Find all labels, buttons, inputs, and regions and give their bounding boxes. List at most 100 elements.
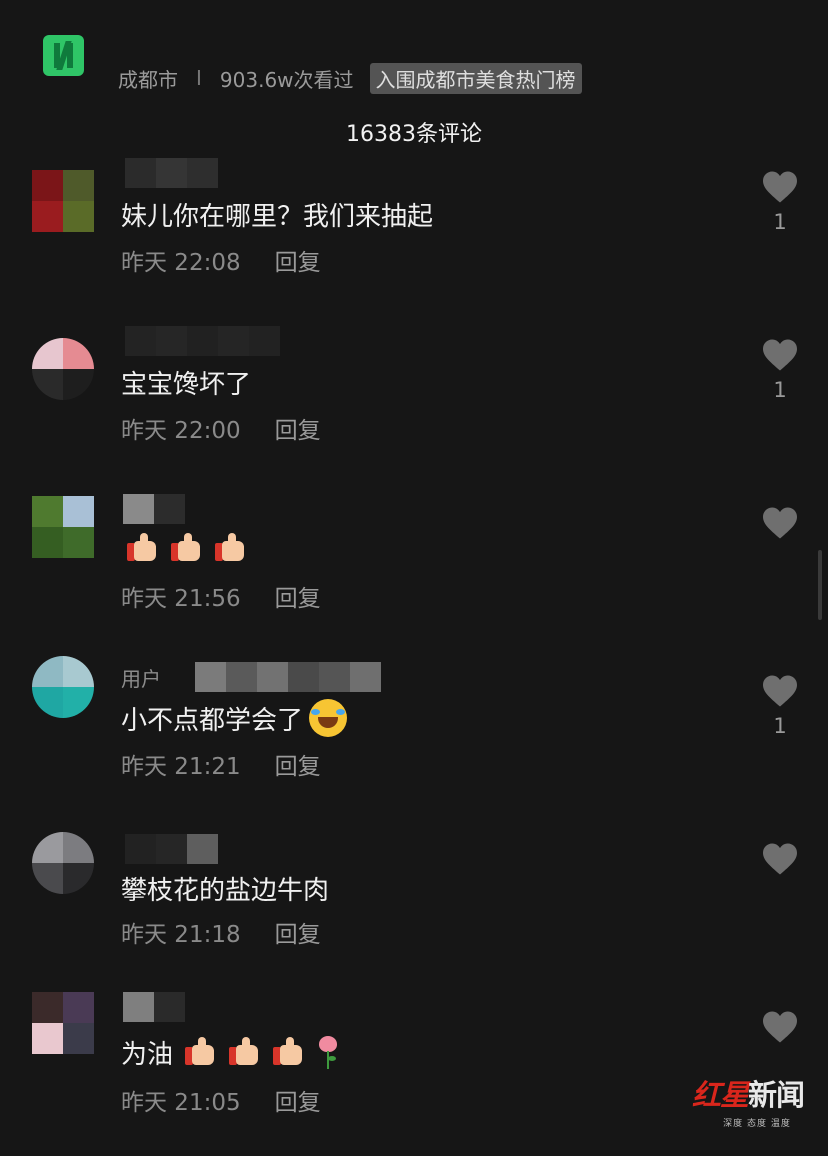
thumbs-up-icon [171, 533, 201, 563]
avatar-cell [63, 496, 94, 527]
avatar[interactable] [32, 496, 94, 558]
comment-time: 昨天 21:05 [121, 1090, 241, 1116]
username-mosaic [195, 662, 381, 692]
avatar-cell [63, 1023, 94, 1054]
watermark-slogan: 深度 态度 温度 [723, 1119, 791, 1129]
username[interactable] [121, 326, 280, 356]
heart-icon [763, 1011, 797, 1043]
avatar-cell [32, 832, 63, 863]
comment-meta: 昨天 21:18 回复 [121, 915, 321, 949]
avatar-cell [32, 992, 63, 1023]
like-button[interactable]: 1 [759, 170, 801, 234]
avatar-cell [32, 496, 63, 527]
avatar-cell [63, 201, 94, 232]
comment-text: 妹儿你在哪里？我们来抽起 [121, 201, 434, 232]
username-mosaic [125, 834, 218, 864]
reply-button[interactable]: 回复 [275, 243, 321, 277]
like-button[interactable] [759, 1010, 801, 1050]
thumbs-up-icon [185, 1037, 215, 1067]
reply-button[interactable]: 回复 [275, 579, 321, 613]
comment-text: 为油 [121, 1032, 339, 1072]
watermark-text: 新闻 [748, 1078, 805, 1112]
comment-time: 昨天 22:08 [121, 250, 241, 276]
like-count: 1 [773, 378, 787, 402]
like-count: 1 [773, 714, 787, 738]
username-mosaic [123, 992, 185, 1022]
like-count: 1 [773, 210, 787, 234]
thumbs-up-icon [273, 1037, 303, 1067]
avatar-cell [32, 863, 63, 894]
watermark-red-text: 红星 [692, 1078, 749, 1112]
avatar-cell [63, 992, 94, 1023]
thumbs-up-icon [229, 1037, 259, 1067]
username[interactable]: 用户 [121, 662, 381, 692]
like-button[interactable] [759, 842, 801, 882]
avatar-cell [63, 863, 94, 894]
comment-time: 昨天 22:00 [121, 418, 241, 444]
avatar-cell [63, 338, 94, 369]
comment-text: 宝宝馋坏了 [121, 369, 252, 400]
avatar-cell [32, 338, 63, 369]
laughing-tears-icon [309, 699, 348, 737]
comment-item: 妹儿你在哪里？我们来抽起 昨天 22:08 回复 1 [0, 158, 828, 328]
reply-button[interactable]: 回复 [275, 1083, 321, 1117]
watermark-logo: 红星 新闻 深度 态度 温度 [692, 1072, 822, 1132]
comment-meta: 昨天 21:05 回复 [121, 1083, 321, 1117]
heart-icon [763, 339, 797, 371]
rose-icon [317, 1034, 339, 1070]
location-label[interactable]: 成都市 [118, 64, 178, 93]
ranking-tag[interactable]: 入围成都市美食热门榜 [369, 62, 582, 94]
comment-text [121, 528, 245, 568]
thumbs-up-icon [215, 533, 245, 563]
video-info-header: 成都市 I 903.6w次看过 入围成都市美食热门榜 16383条评论 [0, 0, 828, 160]
comment-item: 宝宝馋坏了 昨天 22:00 回复 1 [0, 326, 828, 496]
avatar-cell [63, 170, 94, 201]
meta-separator: I [196, 66, 202, 90]
comment-item: 攀枝花的盐边牛肉 昨天 21:18 回复 [0, 832, 828, 1000]
avatar[interactable] [32, 992, 94, 1054]
avatar-cell [63, 832, 94, 863]
avatar-cell [63, 687, 94, 718]
username-mosaic [125, 158, 218, 188]
avatar-cell [32, 527, 63, 558]
comment-time: 昨天 21:21 [121, 754, 241, 780]
comment-time: 昨天 21:56 [121, 586, 241, 612]
avatar-cell [32, 201, 63, 232]
avatar[interactable] [32, 170, 94, 232]
heart-icon [763, 675, 797, 707]
avatar[interactable] [32, 656, 94, 718]
username[interactable] [121, 834, 218, 864]
thumbs-up-icon [127, 533, 157, 563]
username-mosaic [123, 494, 185, 524]
comment-meta: 昨天 22:00 回复 [121, 411, 321, 445]
like-button[interactable]: 1 [759, 674, 801, 738]
reply-button[interactable]: 回复 [275, 411, 321, 445]
avatar[interactable] [32, 338, 94, 400]
avatar-cell [32, 170, 63, 201]
comment-meta: 昨天 22:08 回复 [121, 243, 321, 277]
comment-item: 昨天 21:56 回复 [0, 494, 828, 664]
view-count: 903.6w次看过 [219, 67, 354, 92]
avatar-cell [63, 527, 94, 558]
heart-icon [763, 507, 797, 539]
like-button[interactable]: 1 [759, 338, 801, 402]
avatar[interactable] [32, 832, 94, 894]
comment-time: 昨天 21:18 [121, 922, 241, 948]
heart-icon [763, 843, 797, 875]
comment-meta: 昨天 21:21 回复 [121, 747, 321, 781]
scrollbar[interactable] [818, 550, 822, 620]
like-button[interactable] [759, 506, 801, 546]
comment-item: 用户 小不点都学会了 昨天 21:21 回复 1 [0, 656, 828, 832]
username[interactable] [121, 494, 185, 524]
comment-text: 小不点都学会了 [121, 698, 348, 738]
reply-button[interactable]: 回复 [275, 915, 321, 949]
username[interactable] [121, 992, 185, 1022]
avatar-cell [32, 369, 63, 400]
video-meta: 成都市 I 903.6w次看过 入围成都市美食热门榜 [118, 62, 582, 94]
username[interactable] [121, 158, 218, 188]
app-logo-icon[interactable] [43, 35, 84, 76]
comment-meta: 昨天 21:56 回复 [121, 579, 321, 613]
username-mosaic [125, 326, 280, 356]
avatar-cell [32, 1023, 63, 1054]
reply-button[interactable]: 回复 [275, 747, 321, 781]
